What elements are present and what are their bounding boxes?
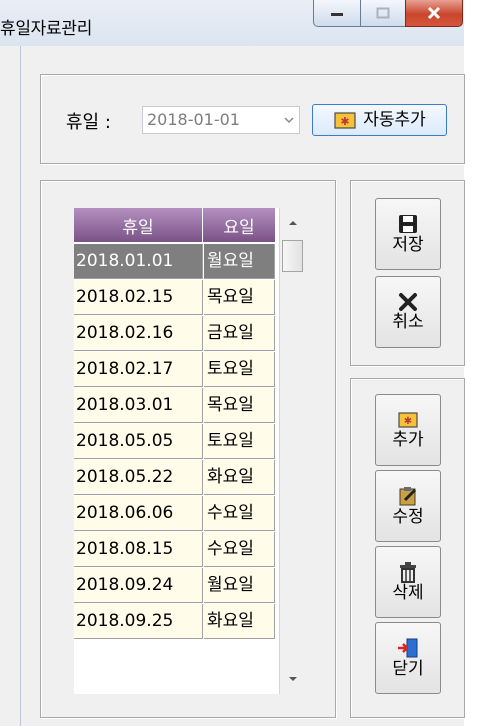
svg-text:✱: ✱ xyxy=(404,416,412,427)
weekday-cell[interactable]: 토요일 xyxy=(204,352,275,387)
holiday-date-cell[interactable]: 2018.02.16 xyxy=(74,316,203,351)
weekday-cell[interactable]: 수요일 xyxy=(204,496,275,531)
table-row[interactable]: 2018.02.15 목요일 xyxy=(74,280,276,316)
weekday-cell[interactable]: 목요일 xyxy=(204,280,275,315)
weekday-cell[interactable]: 월요일 xyxy=(204,568,275,603)
add-button[interactable]: ✱ 추가 xyxy=(375,394,441,466)
table-row[interactable]: 2018.01.01 월요일 xyxy=(74,244,276,280)
holiday-date-picker[interactable]: 2018-01-01 xyxy=(142,106,300,134)
chevron-down-icon[interactable] xyxy=(283,116,295,124)
cancel-button[interactable]: 취소 xyxy=(375,276,441,348)
weekday-column-header[interactable]: 요일 xyxy=(203,208,276,242)
scrollbar-thumb[interactable] xyxy=(282,240,303,272)
title-bar[interactable]: 휴일자료관리 xyxy=(0,0,486,46)
close-label: 닫기 xyxy=(392,659,424,679)
save-label: 저장 xyxy=(392,235,424,255)
weekday-cell[interactable]: 화요일 xyxy=(204,604,275,639)
table-row[interactable]: 2018.05.05 토요일 xyxy=(74,424,276,460)
minimize-button[interactable] xyxy=(313,0,361,27)
folder-star-icon: ✱ xyxy=(334,112,356,129)
clipboard-edit-icon xyxy=(399,487,417,506)
maximize-icon xyxy=(376,7,390,19)
window-title: 휴일자료관리 xyxy=(0,19,93,39)
weekday-cell[interactable]: 화요일 xyxy=(204,460,275,495)
holiday-date-cell[interactable]: 2018.03.01 xyxy=(74,388,203,423)
holiday-date-cell[interactable]: 2018.08.15 xyxy=(74,532,203,567)
delete-button[interactable]: 삭제 xyxy=(375,546,441,618)
auto-add-label: 자동추가 xyxy=(363,110,426,130)
close-icon xyxy=(427,6,441,20)
exit-door-icon xyxy=(398,638,418,658)
scroll-down-icon[interactable] xyxy=(288,676,298,682)
holiday-management-window: 휴일자료관리 휴일 : 2018-01-01 ✱ 자동추가 휴일 요일 2018… xyxy=(0,0,486,726)
scroll-up-icon[interactable] xyxy=(288,220,298,226)
table-row[interactable]: 2018.09.25 화요일 xyxy=(74,604,276,640)
edit-label: 수정 xyxy=(392,507,424,527)
edit-button[interactable]: 수정 xyxy=(375,470,441,542)
holiday-date-label: 휴일 : xyxy=(66,112,111,133)
window-right-edge xyxy=(464,0,486,726)
holiday-date-cell[interactable]: 2018.09.24 xyxy=(74,568,203,603)
delete-label: 삭제 xyxy=(392,583,424,603)
table-row[interactable]: 2018.03.01 목요일 xyxy=(74,388,276,424)
weekday-cell[interactable]: 금요일 xyxy=(204,316,275,351)
table-row[interactable]: 2018.02.17 토요일 xyxy=(74,352,276,388)
table-row[interactable]: 2018.06.06 수요일 xyxy=(74,496,276,532)
grid-scrollbar[interactable] xyxy=(279,208,304,694)
save-button[interactable]: 저장 xyxy=(375,198,441,270)
table-row[interactable]: 2018.09.24 월요일 xyxy=(74,568,276,604)
holiday-date-cell[interactable]: 2018.02.15 xyxy=(74,280,203,315)
add-label: 추가 xyxy=(392,430,424,450)
svg-text:✱: ✱ xyxy=(341,115,350,128)
holiday-date-cell[interactable]: 2018.01.01 xyxy=(74,244,203,279)
maximize-button[interactable] xyxy=(360,0,406,27)
folder-star-icon: ✱ xyxy=(398,412,418,428)
weekday-cell[interactable]: 수요일 xyxy=(204,532,275,567)
holiday-column-header[interactable]: 휴일 xyxy=(74,208,203,242)
minimize-icon xyxy=(331,13,343,16)
x-icon xyxy=(399,293,417,311)
close-window-button[interactable] xyxy=(405,0,463,27)
weekday-cell[interactable]: 월요일 xyxy=(204,244,275,279)
holiday-date-value: 2018-01-01 xyxy=(147,110,240,129)
table-row[interactable]: 2018.05.22 화요일 xyxy=(74,460,276,496)
weekday-cell[interactable]: 토요일 xyxy=(204,424,275,459)
floppy-disk-icon xyxy=(399,215,417,233)
close-button[interactable]: 닫기 xyxy=(375,622,441,694)
trash-can-icon xyxy=(400,562,416,583)
holiday-date-cell[interactable]: 2018.02.17 xyxy=(74,352,203,387)
holiday-date-cell[interactable]: 2018.06.06 xyxy=(74,496,203,531)
holiday-date-cell[interactable]: 2018.05.22 xyxy=(74,460,203,495)
holiday-grid[interactable]: 휴일 요일 2018.01.01 월요일 2018.02.15 목요일 2018.02.… xyxy=(74,208,303,694)
table-row[interactable]: 2018.08.15 수요일 xyxy=(74,532,276,568)
table-row[interactable]: 2018.02.16 금요일 xyxy=(74,316,276,352)
holiday-date-cell[interactable]: 2018.05.05 xyxy=(74,424,203,459)
holiday-date-cell[interactable]: 2018.09.25 xyxy=(74,604,203,639)
weekday-cell[interactable]: 목요일 xyxy=(204,388,275,423)
cancel-label: 취소 xyxy=(392,312,424,332)
auto-add-button[interactable]: ✱ 자동추가 xyxy=(312,104,447,136)
